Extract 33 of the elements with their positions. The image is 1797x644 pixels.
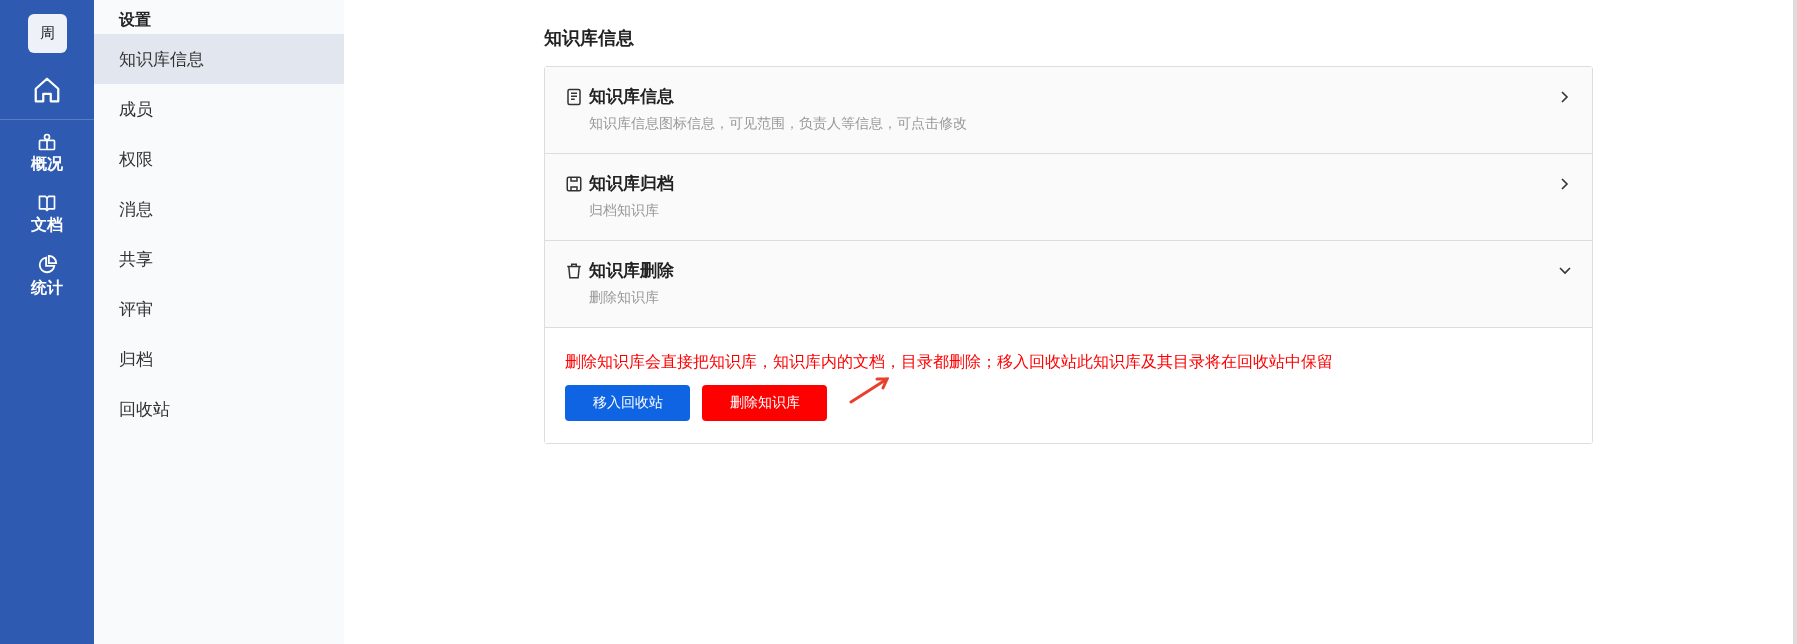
settings-row[interactable]: 知识库信息 知识库信息图标信息，可见范围，负责人等信息，可点击修改 [545, 67, 1592, 154]
row-description: 知识库信息图标信息，可见范围，负责人等信息，可点击修改 [589, 115, 968, 133]
recycle-button[interactable]: 移入回收站 [565, 385, 690, 421]
nav-label[interactable]: 概况 [31, 154, 63, 175]
sidebar-item[interactable]: 权限 [94, 134, 344, 184]
sidebar-item[interactable]: 回收站 [94, 384, 344, 434]
nav-label[interactable]: 统计 [31, 278, 63, 299]
delete-button[interactable]: 删除知识库 [702, 385, 827, 421]
document-icon [565, 87, 583, 106]
row-title: 知识库删除 [589, 259, 674, 282]
sidebar-item[interactable]: 消息 [94, 184, 344, 234]
sidebar-item[interactable]: 共享 [94, 234, 344, 284]
sidebar-item[interactable]: 知识库信息 [94, 34, 344, 84]
pie-chart-icon [36, 254, 58, 276]
sidebar-item[interactable]: 归档 [94, 334, 344, 384]
row-title: 知识库信息 [589, 85, 674, 108]
settings-row[interactable]: 知识库归档 归档知识库 [545, 154, 1592, 241]
sidebar-title: 设置 [117, 9, 152, 31]
sidebar-item[interactable]: 成员 [94, 84, 344, 134]
book-icon [37, 193, 57, 213]
floppy-icon [565, 174, 583, 193]
page-title: 知识库信息 [544, 26, 634, 50]
settings-row[interactable]: 知识库删除 删除知识库 [545, 241, 1592, 328]
gift-icon [37, 132, 57, 152]
avatar[interactable]: 周 [27, 14, 67, 53]
warning-text: 删除知识库会直接把知识库，知识库内的文档，目录都删除；移入回收站此知识库及其目录将在回收站中保留 [565, 352, 1334, 373]
row-description: 归档知识库 [589, 202, 660, 220]
row-description: 删除知识库 [589, 289, 660, 307]
nav-label[interactable]: 文档 [31, 215, 63, 236]
row-title: 知识库归档 [589, 172, 674, 195]
home-icon[interactable] [32, 75, 62, 105]
sidebar-item[interactable]: 评审 [94, 284, 344, 334]
trash-icon [565, 261, 583, 280]
